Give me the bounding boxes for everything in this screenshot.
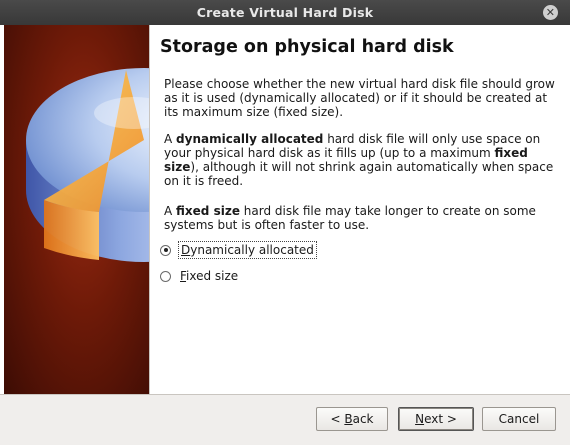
fixed-description-text: A fixed size hard disk file may take lon… [164, 204, 536, 232]
hard-disk-icon [26, 68, 149, 262]
button-bar-divider [0, 394, 570, 395]
window-title: Create Virtual Hard Disk [196, 5, 374, 20]
back-button[interactable]: < Back [316, 407, 388, 431]
radio-button-fixed[interactable] [160, 270, 171, 282]
radio-button-dynamic[interactable] [160, 244, 171, 256]
radio-label-dynamic[interactable]: Dynamically allocated [178, 241, 317, 259]
radio-dynamically-allocated[interactable]: Dynamically allocated [160, 241, 317, 259]
dialog-content: Storage on physical hard disk Please cho… [0, 25, 570, 395]
page-body: Storage on physical hard disk Please cho… [150, 25, 570, 395]
close-icon[interactable]: ✕ [543, 5, 558, 20]
page-title: Storage on physical hard disk [160, 37, 454, 57]
dynamic-description-text: A dynamically allocated hard disk file w… [164, 132, 554, 188]
intro-text: Please choose whether the new virtual ha… [164, 77, 555, 119]
radio-fixed-size[interactable]: Fixed size [160, 268, 240, 284]
hard-disk-illustration [4, 25, 149, 395]
next-button[interactable]: Next > [398, 407, 474, 431]
radio-label-fixed[interactable]: Fixed size [178, 268, 240, 284]
title-bar: Create Virtual Hard Disk ✕ [0, 0, 570, 25]
cancel-button[interactable]: Cancel [482, 407, 556, 431]
dialog-window: Create Virtual Hard Disk ✕ Storage on ph… [0, 0, 570, 445]
